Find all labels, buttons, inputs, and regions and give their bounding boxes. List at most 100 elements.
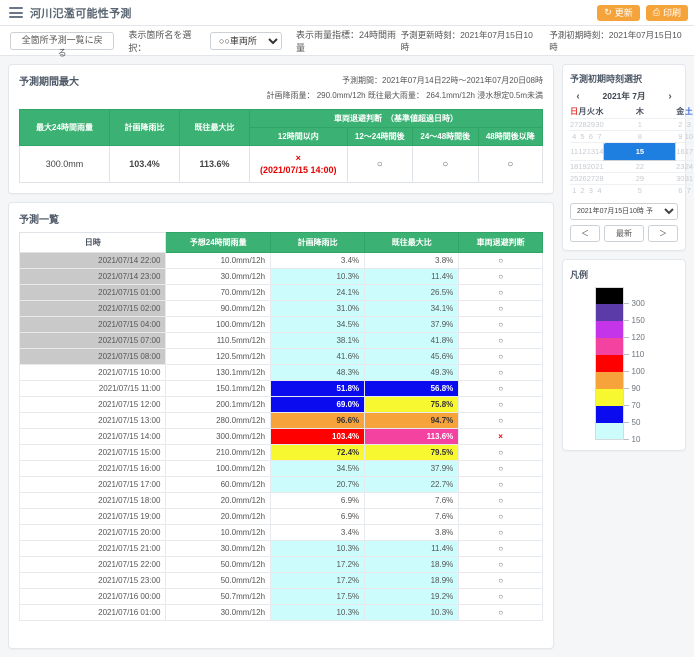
legend-swatch (594, 423, 624, 440)
th-expected-rain[interactable]: 予想24時間雨量 (165, 232, 272, 253)
calendar-day[interactable]: 5 (578, 130, 587, 143)
calendar-day[interactable]: 29 (586, 118, 596, 131)
site-select[interactable]: ○○車両所 (210, 31, 283, 50)
calendar-day[interactable]: 2 (578, 184, 587, 196)
max-table-head-row1: 最大24時間雨量 計画降雨比 既往最大比 車両退避判断 （基準値超過日時） (19, 109, 543, 146)
calendar-day[interactable]: 13 (586, 142, 596, 161)
table-row[interactable]: 2021/07/15 20:00 10.0mm/12h 3.4% 3.8% ○ (18, 524, 543, 541)
circle-icon: ○ (498, 304, 504, 313)
cell-datetime: 2021/07/15 04:00 (18, 316, 167, 333)
table-row[interactable]: 2021/07/15 19:00 20.0mm/12h 6.9% 7.6% ○ (18, 508, 543, 525)
calendar-day[interactable]: 1 (570, 184, 579, 196)
table-row[interactable]: 2021/07/15 17:00 60.0mm/12h 20.7% 22.7% ○ (18, 476, 543, 493)
calendar-day[interactable]: 5 (603, 184, 676, 196)
table-row[interactable]: 2021/07/15 07:00 110.5mm/12h 38.1% 41.8% ○ (18, 332, 543, 349)
calendar-day[interactable]: 6 (675, 184, 685, 196)
table-row[interactable]: 2021/07/15 13:00 280.0mm/12h 96.6% 94.7% ○ (18, 412, 543, 429)
calendar-day[interactable]: 11 (570, 142, 579, 161)
calendar-day[interactable]: 8 (603, 130, 676, 143)
calendar-weekday: 日 (570, 107, 579, 116)
table-row[interactable]: 2021/07/15 16:00 100.0mm/12h 34.5% 37.9% ○ (18, 460, 543, 477)
calendar-day[interactable]: 16 (675, 142, 685, 161)
calendar-day[interactable]: 31 (684, 172, 694, 185)
th-datetime[interactable]: 日時 (18, 232, 167, 253)
calendar-day[interactable]: 14 (595, 142, 604, 161)
calendar-day[interactable]: 3 (586, 184, 596, 196)
table-row[interactable]: 2021/07/15 12:00 200.1mm/12h 69.0% 75.8% ○ (18, 396, 543, 413)
table-row[interactable]: 2021/07/15 08:00 120.5mm/12h 41.6% 45.6% ○ (18, 348, 543, 365)
calendar-day[interactable]: 3 (684, 118, 694, 131)
chevron-right-icon[interactable]: › (664, 91, 676, 102)
table-row[interactable]: 2021/07/14 22:00 10.0mm/12h 3.4% 3.8% ○ (18, 252, 543, 269)
table-row[interactable]: 2021/07/15 22:00 50.0mm/12h 17.2% 18.9% ○ (18, 556, 543, 573)
back-to-list-button[interactable]: 全箇所予測一覧に戻る (10, 31, 115, 58)
table-row[interactable]: 2021/07/15 23:00 50.0mm/12h 17.2% 18.9% ○ (18, 572, 543, 589)
calendar-day[interactable]: 24 (684, 160, 694, 173)
circle-icon: ○ (498, 464, 504, 473)
table-row[interactable]: 2021/07/15 18:00 20.0mm/12h 6.9% 7.6% ○ (18, 492, 543, 509)
cell-datetime: 2021/07/15 23:00 (18, 572, 167, 589)
cell-past-ratio: 37.9% (364, 460, 460, 477)
calendar-day[interactable]: 10 (684, 130, 694, 143)
table-row[interactable]: 2021/07/14 23:00 30.0mm/12h 10.3% 11.4% ○ (18, 268, 543, 285)
calendar-day-selected[interactable]: 15 (603, 142, 677, 161)
calendar-day[interactable]: 4 (595, 184, 604, 196)
max-table-body: 300.0mm 103.4% 113.6% × (2021/07/15 14:0… (19, 145, 544, 183)
calendar-day[interactable]: 29 (603, 172, 676, 185)
calendar-day[interactable]: 12 (578, 142, 587, 161)
print-button[interactable]: ⎙ 印刷 (645, 4, 688, 21)
table-row[interactable]: 2021/07/15 10:00 130.1mm/12h 48.3% 49.3% ○ (18, 364, 543, 381)
calendar-day[interactable]: 21 (595, 160, 604, 173)
calendar-day[interactable]: 2 (675, 118, 685, 131)
th-max24: 最大24時間雨量 (19, 109, 110, 146)
next-time-button[interactable]: ＞ (647, 225, 678, 242)
th-plan-ratio[interactable]: 計画降雨比 (270, 232, 366, 253)
calendar-day[interactable]: 26 (578, 172, 587, 185)
cell-expected-rain: 130.1mm/12h (165, 364, 272, 381)
calendar-month-label: 2021年 7月 (602, 91, 646, 101)
calendar-day[interactable]: 30 (595, 118, 604, 131)
calendar-day[interactable]: 6 (586, 130, 596, 143)
legend-label: 300 (631, 299, 645, 308)
cell-expected-rain: 30.0mm/12h (165, 540, 272, 557)
calendar-day[interactable]: 7 (684, 184, 694, 196)
calendar-day[interactable]: 27 (586, 172, 596, 185)
table-row[interactable]: 2021/07/15 01:00 70.0mm/12h 24.1% 26.5% ○ (18, 284, 543, 301)
forecast-list-scroll[interactable]: 日時 予想24時間雨量 計画降雨比 既往最大比 車両退避判断 2021/07/1… (9, 228, 553, 648)
calendar-day[interactable]: 7 (595, 130, 604, 143)
latest-time-button[interactable]: 最新 (604, 225, 644, 242)
th-past-ratio[interactable]: 既往最大比 (364, 232, 460, 253)
init-time-select[interactable]: 2021年07月15日10時 予 (570, 203, 678, 220)
th-judgement[interactable]: 車両退避判断 (458, 232, 543, 253)
refresh-button[interactable]: ↻ 更新 (597, 4, 640, 21)
calendar-day[interactable]: 25 (570, 172, 579, 185)
calendar-day[interactable]: 1 (603, 118, 676, 131)
chevron-left-icon[interactable]: ‹ (572, 91, 584, 102)
calendar-day[interactable]: 28 (578, 118, 587, 131)
cell-plan-ratio: 17.5% (270, 588, 366, 605)
calendar-day[interactable]: 9 (675, 130, 685, 143)
hamburger-icon[interactable] (9, 7, 23, 18)
cell-judgement: ○ (458, 540, 543, 557)
table-row[interactable]: 2021/07/15 15:00 210.0mm/12h 72.4% 79.5% ○ (18, 444, 543, 461)
table-row[interactable]: 2021/07/15 21:00 30.0mm/12h 10.3% 11.4% ○ (18, 540, 543, 557)
calendar-day[interactable]: 4 (570, 130, 579, 143)
table-row[interactable]: 2021/07/15 14:00 300.0mm/12h 103.4% 113.6% × (18, 428, 543, 445)
cell-expected-rain: 50.0mm/12h (165, 572, 272, 589)
calendar-day[interactable]: 19 (578, 160, 587, 173)
calendar-day[interactable]: 20 (586, 160, 596, 173)
calendar-day[interactable]: 17 (684, 142, 694, 161)
table-row[interactable]: 2021/07/16 00:00 50.7mm/12h 17.5% 19.2% ○ (18, 588, 543, 605)
table-row[interactable]: 2021/07/15 04:00 100.0mm/12h 34.5% 37.9% ○ (18, 316, 543, 333)
calendar-day[interactable]: 27 (570, 118, 579, 131)
prev-time-button[interactable]: ＜ (570, 225, 601, 242)
calendar-day[interactable]: 30 (675, 172, 685, 185)
calendar-day[interactable]: 18 (570, 160, 579, 173)
calendar-day[interactable]: 28 (595, 172, 604, 185)
table-row[interactable]: 2021/07/15 11:00 150.1mm/12h 51.8% 56.8% ○ (18, 380, 543, 397)
table-row[interactable]: 2021/07/15 02:00 90.0mm/12h 31.0% 34.1% ○ (18, 300, 543, 317)
table-row[interactable]: 2021/07/16 01:00 30.0mm/12h 10.3% 10.3% ○ (18, 604, 543, 621)
calendar-day[interactable]: 22 (603, 160, 676, 173)
circle-icon: ○ (498, 352, 504, 361)
calendar-day[interactable]: 23 (675, 160, 685, 173)
